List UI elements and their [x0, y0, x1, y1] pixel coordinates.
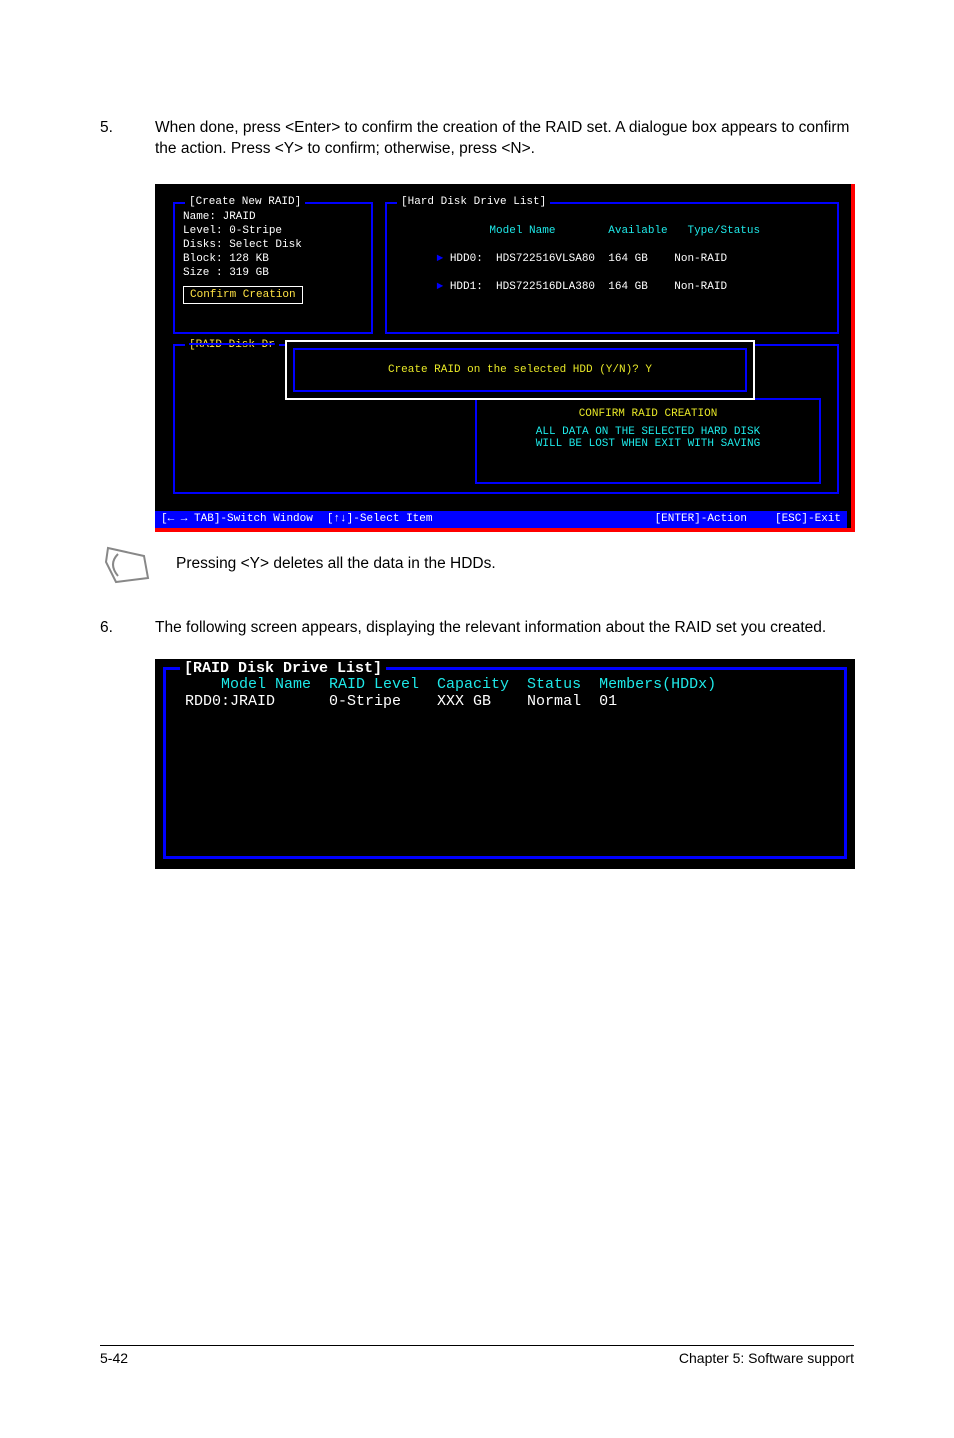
note-text: Pressing <Y> deletes all the data in the… [176, 555, 496, 573]
confirm-creation-button: Confirm Creation [183, 286, 303, 304]
create-raid-dialog: Create RAID on the selected HDD (Y/N)? Y [285, 340, 755, 400]
create-raid-dialog-text: Create RAID on the selected HDD (Y/N)? Y [388, 364, 652, 376]
step-5-text: When done, press <Enter> to confirm the … [155, 118, 854, 160]
page-number: 5-42 [100, 1350, 128, 1366]
hint-tab: [← → TAB]-Switch Window [161, 513, 313, 525]
hard-disk-list-title: [Hard Disk Drive List] [397, 196, 550, 208]
confirm-raid-creation-box: CONFIRM RAID CREATION ALL DATA ON THE SE… [475, 398, 821, 484]
confirm-raid-title: CONFIRM RAID CREATION [477, 400, 819, 420]
chapter-label: Chapter 5: Software support [679, 1350, 854, 1366]
create-raid-dialog-inner: Create RAID on the selected HDD (Y/N)? Y [293, 348, 747, 392]
hdd-header-model: Model Name [489, 225, 555, 237]
hdd-header-type: Type/Status [687, 225, 760, 237]
step-6-number: 6. [100, 618, 125, 639]
create-new-raid-fields: Name: JRAID Level: 0-Stripe Disks: Selec… [175, 204, 371, 280]
hint-tab-label: TAB]-Switch Window [194, 513, 313, 525]
hint-select: [↑↓]-Select Item [327, 513, 433, 525]
hdd0-row: ► HDD0: HDS722516VLSA80 164 GB Non-RAID [437, 253, 727, 265]
step-6-text: The following screen appears, displaying… [155, 618, 854, 639]
hdd1-row: ► HDD1: HDS722516DLA380 164 GB Non-RAID [437, 281, 727, 293]
note-icon [104, 544, 152, 584]
bios-console-screenshot-2: [RAID Disk Drive List] Model Name RAID L… [155, 659, 855, 869]
raid-list-title: [RAID Disk Drive List] [180, 660, 386, 677]
hint-enter: [ENTER]-Action [655, 513, 747, 525]
confirm-raid-line1: ALL DATA ON THE SELECTED HARD DISK [477, 420, 819, 438]
create-new-raid-box: [Create New RAID] Name: JRAID Level: 0-S… [173, 202, 373, 334]
step-5-number: 5. [100, 118, 125, 160]
hint-esc: [ESC]-Exit [775, 513, 841, 525]
keyboard-hint-bar: [← → TAB]-Switch Window [↑↓]-Select Item… [155, 511, 847, 528]
raid-list-box: [RAID Disk Drive List] Model Name RAID L… [163, 667, 847, 859]
raid-disk-list-title: [RAID Disk Dr [185, 339, 279, 351]
hdd-header-avail: Available [608, 225, 667, 237]
bios-console-screenshot-1: [Create New RAID] Name: JRAID Level: 0-S… [155, 184, 855, 532]
hdd-header: Model Name Available Type/Status [437, 225, 761, 237]
create-new-raid-title: [Create New RAID] [185, 196, 305, 208]
note-row: Pressing <Y> deletes all the data in the… [104, 544, 854, 584]
hard-disk-list-box: [Hard Disk Drive List] Model Name Availa… [385, 202, 839, 334]
step-6: 6. The following screen appears, display… [100, 618, 854, 639]
page-footer: 5-42 Chapter 5: Software support [100, 1345, 854, 1366]
step-5: 5. When done, press <Enter> to confirm t… [100, 118, 854, 160]
confirm-raid-line2: WILL BE LOST WHEN EXIT WITH SAVING [477, 438, 819, 450]
raid-list-row-0: RDD0:JRAID 0-Stripe XXX GB Normal 01 [166, 693, 844, 710]
